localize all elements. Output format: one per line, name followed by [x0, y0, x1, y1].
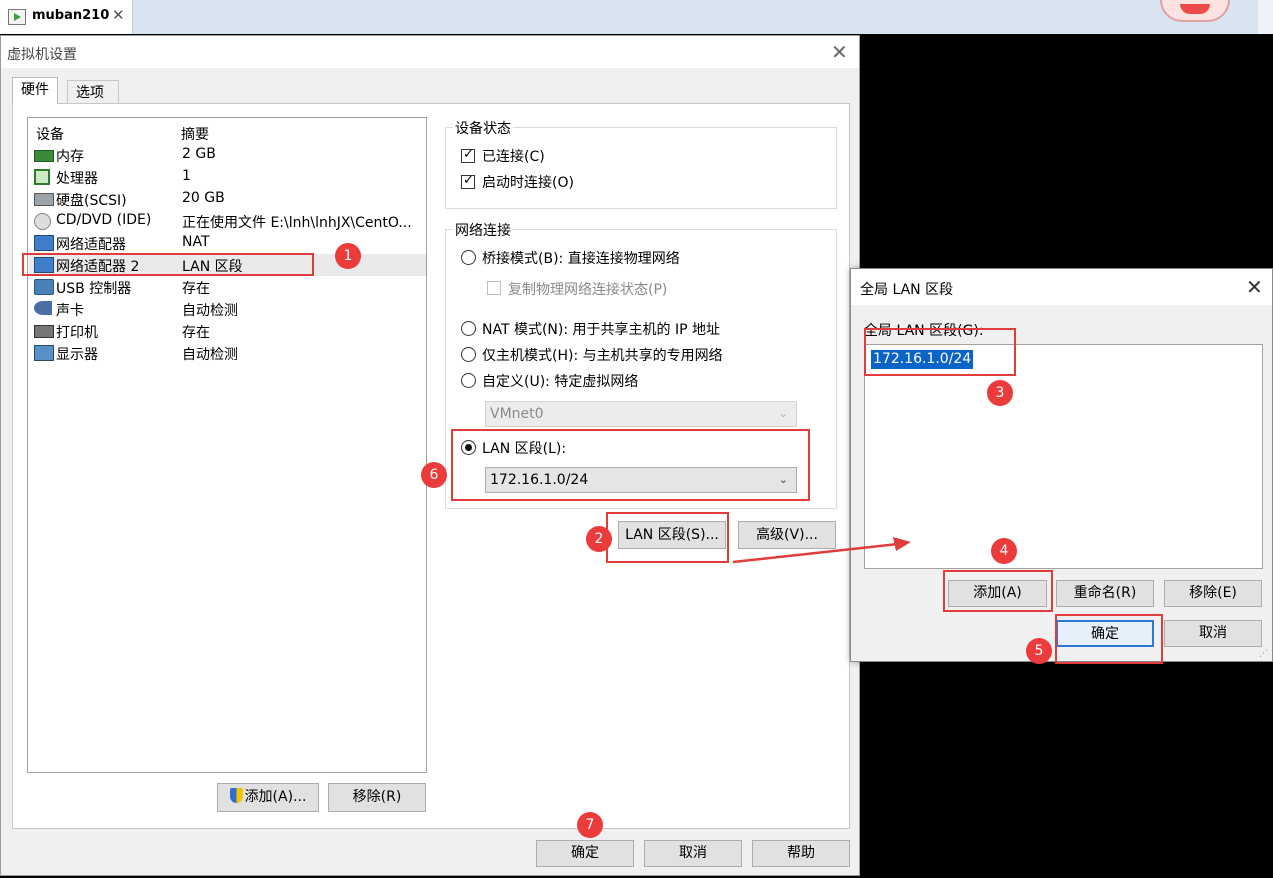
- scroll-strip: [1258, 0, 1273, 34]
- host-only-label: 仅主机模式(H): 与主机共享的专用网络: [482, 348, 723, 364]
- cd-dvd-icon: [34, 213, 51, 230]
- custom-radio[interactable]: [461, 373, 476, 388]
- custom-network-value: VMnet0: [490, 406, 544, 422]
- vm-tab-title: muban210: [32, 8, 110, 23]
- device-name: 打印机: [56, 325, 98, 341]
- chevron-down-icon: ⌄: [778, 407, 788, 420]
- device-summary: 存在: [182, 281, 210, 297]
- host-only-radio[interactable]: [461, 347, 476, 362]
- custom-network-select[interactable]: VMnet0 ⌄: [485, 401, 797, 427]
- cancel-button[interactable]: 取消: [644, 840, 742, 867]
- device-name: 显示器: [56, 347, 98, 363]
- device-status-group: [445, 127, 837, 209]
- connected-label: 已连接(C): [482, 149, 545, 165]
- device-row-printer[interactable]: 打印机 存在: [29, 320, 426, 342]
- rename-segment-button[interactable]: 重命名(R): [1056, 580, 1154, 607]
- annotation-box-6: [451, 429, 810, 501]
- device-status-label: 设备状态: [453, 118, 513, 138]
- device-summary: 存在: [182, 325, 210, 341]
- tab-hardware[interactable]: 硬件: [12, 77, 58, 104]
- device-name: USB 控制器: [56, 281, 132, 297]
- memory-icon: [34, 150, 54, 162]
- app-tab-bar: [0, 0, 1273, 34]
- annotation-box-5: [1055, 614, 1163, 664]
- device-summary: 自动检测: [182, 347, 238, 363]
- custom-label: 自定义(U): 特定虚拟网络: [482, 374, 639, 390]
- device-name: 处理器: [56, 171, 98, 187]
- bridged-radio[interactable]: [461, 250, 476, 265]
- add-hardware-label: 添加(A)...: [244, 789, 307, 805]
- printer-icon: [34, 325, 54, 338]
- device-name: 内存: [56, 149, 84, 165]
- lan-dialog-title: 全局 LAN 区段: [860, 282, 954, 298]
- lan-segment-list[interactable]: 172.16.1.0/24: [864, 344, 1263, 569]
- device-row-processor[interactable]: 处理器 1: [29, 166, 426, 188]
- usb-icon: [34, 279, 54, 295]
- nat-label: NAT 模式(N): 用于共享主机的 IP 地址: [482, 322, 720, 338]
- device-list[interactable]: 设备 摘要 内存 2 GB 处理器 1 硬盘(SCSI) 20 GB CD/DV…: [27, 117, 427, 773]
- connected-checkbox[interactable]: [461, 147, 475, 163]
- processor-icon: [34, 169, 50, 185]
- annotation-badge: 4: [991, 538, 1017, 564]
- add-hardware-button[interactable]: 添加(A)...: [217, 783, 319, 812]
- lan-cancel-button[interactable]: 取消: [1164, 620, 1262, 647]
- annotation-badge: 1: [335, 243, 361, 269]
- annotation-box-4: [943, 570, 1053, 612]
- shield-icon: [229, 788, 243, 803]
- device-row-network-adapter[interactable]: 网络适配器 NAT: [29, 232, 426, 254]
- close-icon[interactable]: ✕: [1246, 275, 1263, 299]
- resize-grip-icon[interactable]: ⋰: [1259, 649, 1271, 661]
- annotation-badge: 6: [421, 462, 447, 488]
- annotation-arrow: [732, 537, 911, 564]
- column-header-summary: 摘要: [181, 127, 209, 143]
- vm-tab[interactable]: muban210 ✕: [0, 0, 133, 34]
- device-summary: 20 GB: [182, 190, 225, 206]
- annotation-badge: 3: [987, 380, 1013, 406]
- dialog-titlebar: [1, 36, 859, 68]
- annotation-badge: 5: [1026, 638, 1052, 664]
- device-row-hard-disk[interactable]: 硬盘(SCSI) 20 GB: [29, 188, 426, 210]
- column-header-device: 设备: [36, 127, 64, 143]
- annotation-badge: 2: [586, 526, 612, 552]
- annotation-box-1: [22, 253, 314, 276]
- remove-hardware-button[interactable]: 移除(R): [328, 783, 426, 812]
- hard-disk-icon: [34, 193, 54, 206]
- tab-options[interactable]: 选项: [67, 80, 119, 105]
- dialog-title: 虚拟机设置: [7, 47, 77, 63]
- network-connection-label: 网络连接: [453, 220, 513, 240]
- device-row-usb[interactable]: USB 控制器 存在: [29, 276, 426, 298]
- sound-card-icon: [34, 301, 52, 315]
- annotation-box-2: [606, 512, 729, 563]
- monitor-icon: [34, 345, 54, 361]
- connect-at-power-on-checkbox[interactable]: [461, 173, 475, 189]
- remove-segment-button[interactable]: 移除(E): [1164, 580, 1262, 607]
- device-summary: 2 GB: [182, 146, 216, 162]
- network-adapter-icon: [34, 235, 54, 251]
- device-name: 硬盘(SCSI): [56, 193, 127, 209]
- device-row-memory[interactable]: 内存 2 GB: [29, 144, 426, 166]
- annotation-box-3: [864, 328, 1016, 376]
- device-summary: 自动检测: [182, 303, 238, 319]
- nat-radio[interactable]: [461, 321, 476, 336]
- close-icon[interactable]: ✕: [831, 40, 848, 64]
- annotation-badge: 7: [577, 812, 603, 838]
- connect-at-power-on-label: 启动时连接(O): [482, 175, 574, 191]
- device-summary: NAT: [182, 234, 210, 250]
- replicate-state-label: 复制物理网络连接状态(P): [508, 282, 668, 298]
- device-summary: 1: [182, 168, 191, 184]
- device-row-sound-card[interactable]: 声卡 自动检测: [29, 298, 426, 320]
- vm-play-icon: [8, 9, 26, 25]
- device-name: CD/DVD (IDE): [56, 212, 152, 228]
- device-row-cd-dvd[interactable]: CD/DVD (IDE) 正在使用文件 E:\lnh\lnhJX\CentO..…: [29, 210, 426, 232]
- watermelon-mascot-icon: [1160, 0, 1230, 22]
- device-name: 声卡: [56, 303, 84, 319]
- device-row-monitor[interactable]: 显示器 自动检测: [29, 342, 426, 364]
- help-button[interactable]: 帮助: [752, 840, 850, 867]
- device-name: 网络适配器: [56, 237, 126, 253]
- replicate-state-checkbox[interactable]: [487, 281, 501, 295]
- close-icon[interactable]: ✕: [112, 6, 125, 24]
- ok-button[interactable]: 确定: [536, 840, 634, 867]
- device-summary: 正在使用文件 E:\lnh\lnhJX\CentO...: [182, 215, 412, 231]
- bridged-label: 桥接模式(B): 直接连接物理网络: [482, 251, 680, 267]
